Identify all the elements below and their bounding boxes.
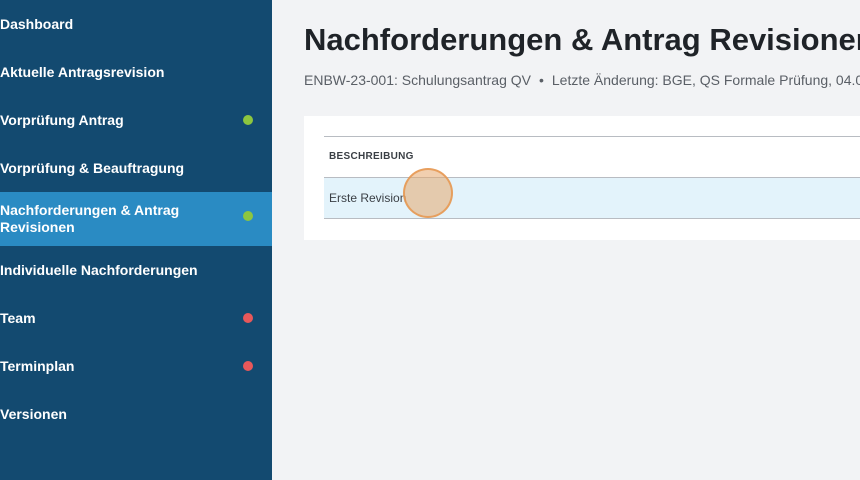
sidebar-item-label: Dashboard — [0, 15, 74, 32]
sidebar-item-terminplan[interactable]: Terminplan — [0, 356, 272, 376]
sidebar: Dashboard Aktuelle Antragsrevision Vorpr… — [0, 0, 272, 480]
sidebar-item-label: Versionen — [0, 405, 67, 422]
last-change-text: Letzte Änderung: BGE, QS Formale Prüfung… — [551, 72, 860, 88]
status-dot-green-icon — [243, 115, 253, 125]
status-dot-red-icon — [243, 313, 253, 323]
main-content: Nachforderungen & Antrag Revisionen ENBW… — [272, 0, 860, 480]
status-dot-green-icon — [243, 211, 253, 221]
sidebar-item-label: Vorprüfung Antrag — [0, 111, 124, 128]
project-id-text: ENBW-23-001: Schulungsantrag QV — [304, 72, 531, 88]
sidebar-item-versionen[interactable]: Versionen — [0, 404, 272, 424]
sidebar-item-label: Team — [0, 309, 36, 326]
sidebar-item-nachforderungen-revisionen[interactable]: Nachforderungen & Antrag Revisionen — [0, 192, 272, 246]
sidebar-item-team[interactable]: Team — [0, 308, 272, 328]
sidebar-item-dashboard[interactable]: Dashboard — [0, 14, 272, 34]
page-subtitle: ENBW-23-001: Schulungsantrag QV • Letzte Ä… — [304, 72, 860, 88]
sidebar-item-label: Nachforderungen & Antrag Revisionen — [0, 202, 180, 235]
subtitle-separator: • — [538, 72, 544, 88]
sidebar-item-label: Individuelle Nachforderungen — [0, 261, 198, 278]
sidebar-item-vorpruefung-antrag[interactable]: Vorprüfung Antrag — [0, 110, 272, 130]
column-header-beschreibung[interactable]: BESCHREIBUNG — [324, 137, 860, 178]
click-indicator — [403, 168, 453, 218]
sidebar-item-label: Vorprüfung & Beauftragung — [0, 159, 185, 176]
revisions-table: BESCHREIBUNG Erste Revision — [324, 136, 860, 219]
sidebar-item-label: Aktuelle Antragsrevision — [0, 63, 165, 80]
sidebar-item-aktuelle-antragsrevision[interactable]: Aktuelle Antragsrevision — [0, 62, 272, 82]
sidebar-item-label: Terminplan — [0, 357, 75, 374]
row-description: Erste Revision — [329, 191, 407, 205]
sidebar-item-vorpruefung-beauftragung[interactable]: Vorprüfung & Beauftragung — [0, 158, 272, 178]
sidebar-item-individuelle-nachforderungen[interactable]: Individuelle Nachforderungen — [0, 260, 272, 280]
page-title: Nachforderungen & Antrag Revisionen — [304, 22, 860, 57]
revisions-card: BESCHREIBUNG Erste Revision — [304, 116, 860, 240]
status-dot-red-icon — [243, 361, 253, 371]
